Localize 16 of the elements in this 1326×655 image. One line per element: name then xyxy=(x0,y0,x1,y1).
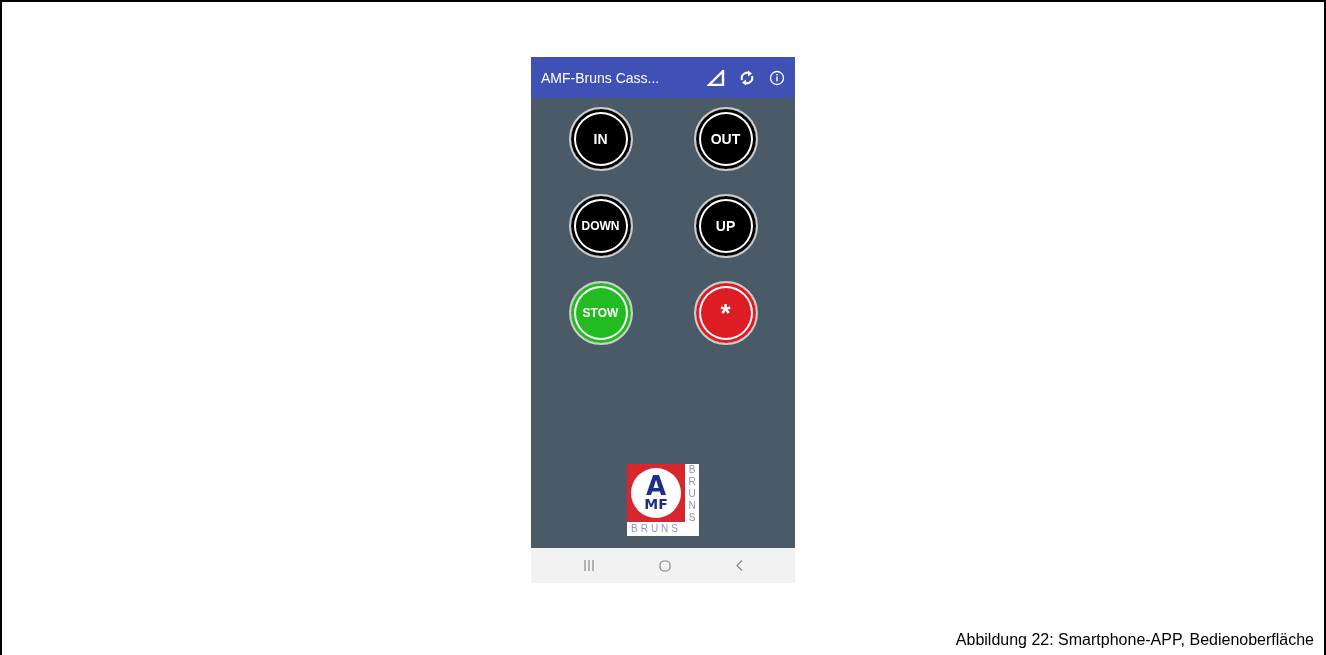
control-button[interactable]: OUT xyxy=(693,107,758,171)
control-button[interactable]: DOWN xyxy=(568,194,633,258)
logo-bottom-text: BRUNS xyxy=(631,522,681,536)
app-title: AMF-Bruns Cass... xyxy=(541,69,661,86)
logo-mark: MF xyxy=(644,498,668,511)
home-icon[interactable] xyxy=(658,559,671,572)
figure-caption: Abbildung 22: Smartphone-APP, Bedienoberfläche xyxy=(955,631,1314,649)
control-button[interactable]: UP xyxy=(693,194,758,258)
logo-mark: A xyxy=(645,475,667,499)
signal-icon[interactable] xyxy=(707,69,725,86)
refresh-icon[interactable] xyxy=(739,68,755,87)
control-button[interactable]: IN xyxy=(568,107,633,171)
info-icon[interactable] xyxy=(769,69,785,86)
logo-side-text: BRUNS xyxy=(687,464,697,524)
control-button[interactable]: * xyxy=(693,281,758,345)
back-icon[interactable] xyxy=(735,560,743,571)
